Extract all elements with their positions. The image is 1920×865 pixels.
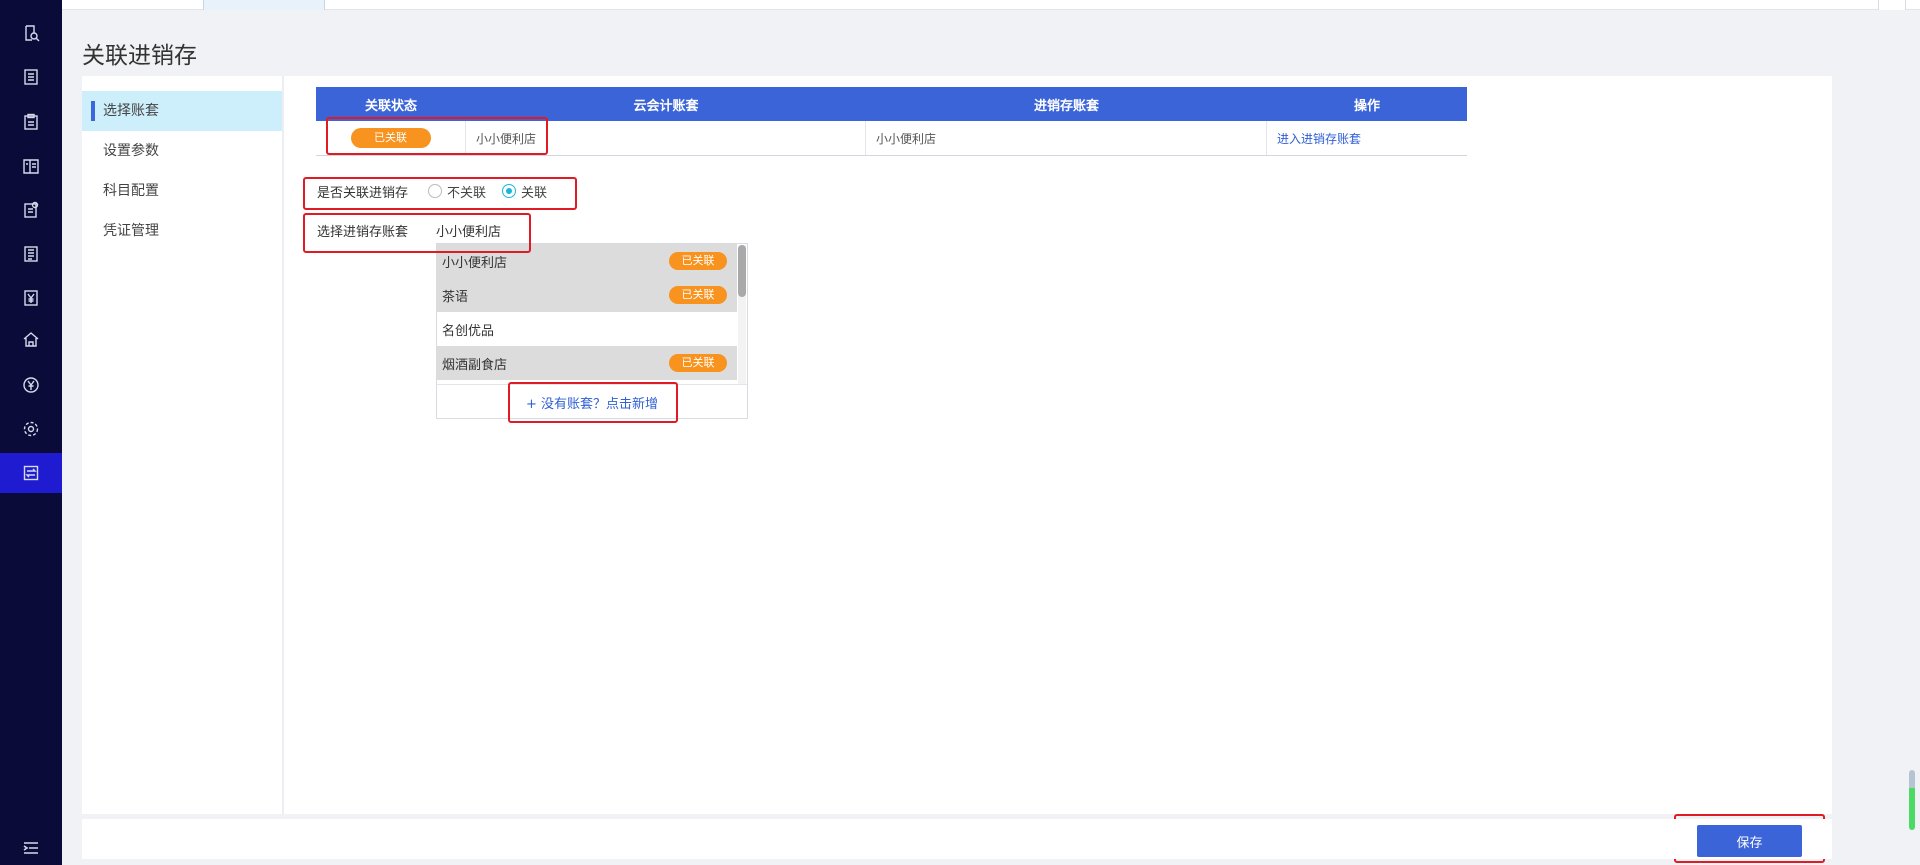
clipboard-icon[interactable] [0,103,62,141]
home-icon[interactable] [0,320,62,358]
select-account-row: 选择进销存账套 小小便利店 [317,220,501,240]
save-button[interactable]: 保存 [1697,825,1802,857]
dropdown-option[interactable]: 小小便利店 已关联 [437,244,737,278]
main-panel: 选择账套 设置参数 科目配置 凭证管理 关联状态 云会计账套 进销存账套 操作 … [82,76,1832,814]
radio-selected-icon [502,184,517,198]
menu-icon[interactable] [0,831,62,865]
subnav-item-select-account[interactable]: 选择账套 [82,91,282,131]
ledger-icon[interactable] [0,147,62,185]
cloud-account-cell: 小小便利店 [466,121,866,155]
header-link-status: 关联状态 [364,98,417,114]
linked-badge: 已关联 [669,252,727,270]
table-row: 已关联 小小便利店 小小便利店 进入进销存账套 [316,121,1467,156]
page-title: 关联进销存 [82,43,197,69]
active-top-tab[interactable] [203,0,325,10]
radio-circle-icon [428,184,443,198]
settings-doc-icon[interactable] [0,191,62,229]
linked-badge: 已关联 [669,286,727,304]
linked-status-badge: 已关联 [350,128,431,148]
radio-link[interactable]: 关联 [502,182,547,201]
radio-no-link[interactable]: 不关联 [428,182,486,201]
search-doc-icon[interactable] [0,14,62,52]
header-cloud-account: 云会计账套 [633,98,699,114]
linked-badge: 已关联 [669,354,727,372]
select-account-label: 选择进销存账套 [317,224,409,240]
link-option-row: 是否关联进销存 不关联 关联 [317,181,547,201]
gear-icon[interactable] [0,410,62,448]
sub-navigation: 选择账套 设置参数 科目配置 凭证管理 [82,76,284,814]
report-icon[interactable] [0,235,62,273]
header-inventory-account: 进销存账套 [1033,98,1099,114]
dropdown-scrollbar[interactable] [738,245,746,385]
main-sidebar [0,0,62,865]
select-account-input[interactable]: 小小便利店 [436,221,501,240]
link-table: 关联状态 云会计账套 进销存账套 操作 已关联 小小便利店 小小便利店 进入进销… [316,87,1467,156]
top-right-control[interactable] [1878,0,1906,10]
dropdown-option[interactable]: 烟酒副食店 已关联 [437,346,737,380]
account-dropdown: 小小便利店 已关联 茶语 已关联 名创优品 烟酒副食店 已关联 + 没有账套？点… [436,243,748,419]
list-icon[interactable] [0,58,62,96]
top-tab-bar [62,0,1920,10]
dropdown-list: 小小便利店 已关联 茶语 已关联 名创优品 烟酒副食店 已关联 [437,244,737,384]
link-option-label: 是否关联进销存 [317,185,409,201]
subnav-item-subject-config[interactable]: 科目配置 [82,171,282,211]
dropdown-option[interactable]: 茶语 已关联 [437,278,737,312]
right-scroll-indicator[interactable] [1909,770,1915,830]
inventory-account-cell: 小小便利店 [866,121,1267,155]
table-header: 关联状态 云会计账套 进销存账套 操作 [316,87,1467,121]
transfer-icon[interactable] [0,453,62,493]
subnav-item-set-params[interactable]: 设置参数 [82,131,282,171]
yen-doc-icon[interactable] [0,279,62,317]
dropdown-option[interactable]: 名创优品 [437,312,737,346]
yen-circle-icon[interactable] [0,366,62,404]
enter-inventory-link[interactable]: 进入进销存账套 [1277,130,1361,147]
scrollbar-thumb[interactable] [738,245,746,297]
subnav-item-voucher-manage[interactable]: 凭证管理 [82,211,282,251]
add-account-link[interactable]: + 没有账套？点击新增 [437,384,747,419]
header-action: 操作 [1353,98,1380,114]
bottom-action-bar [82,819,1832,859]
